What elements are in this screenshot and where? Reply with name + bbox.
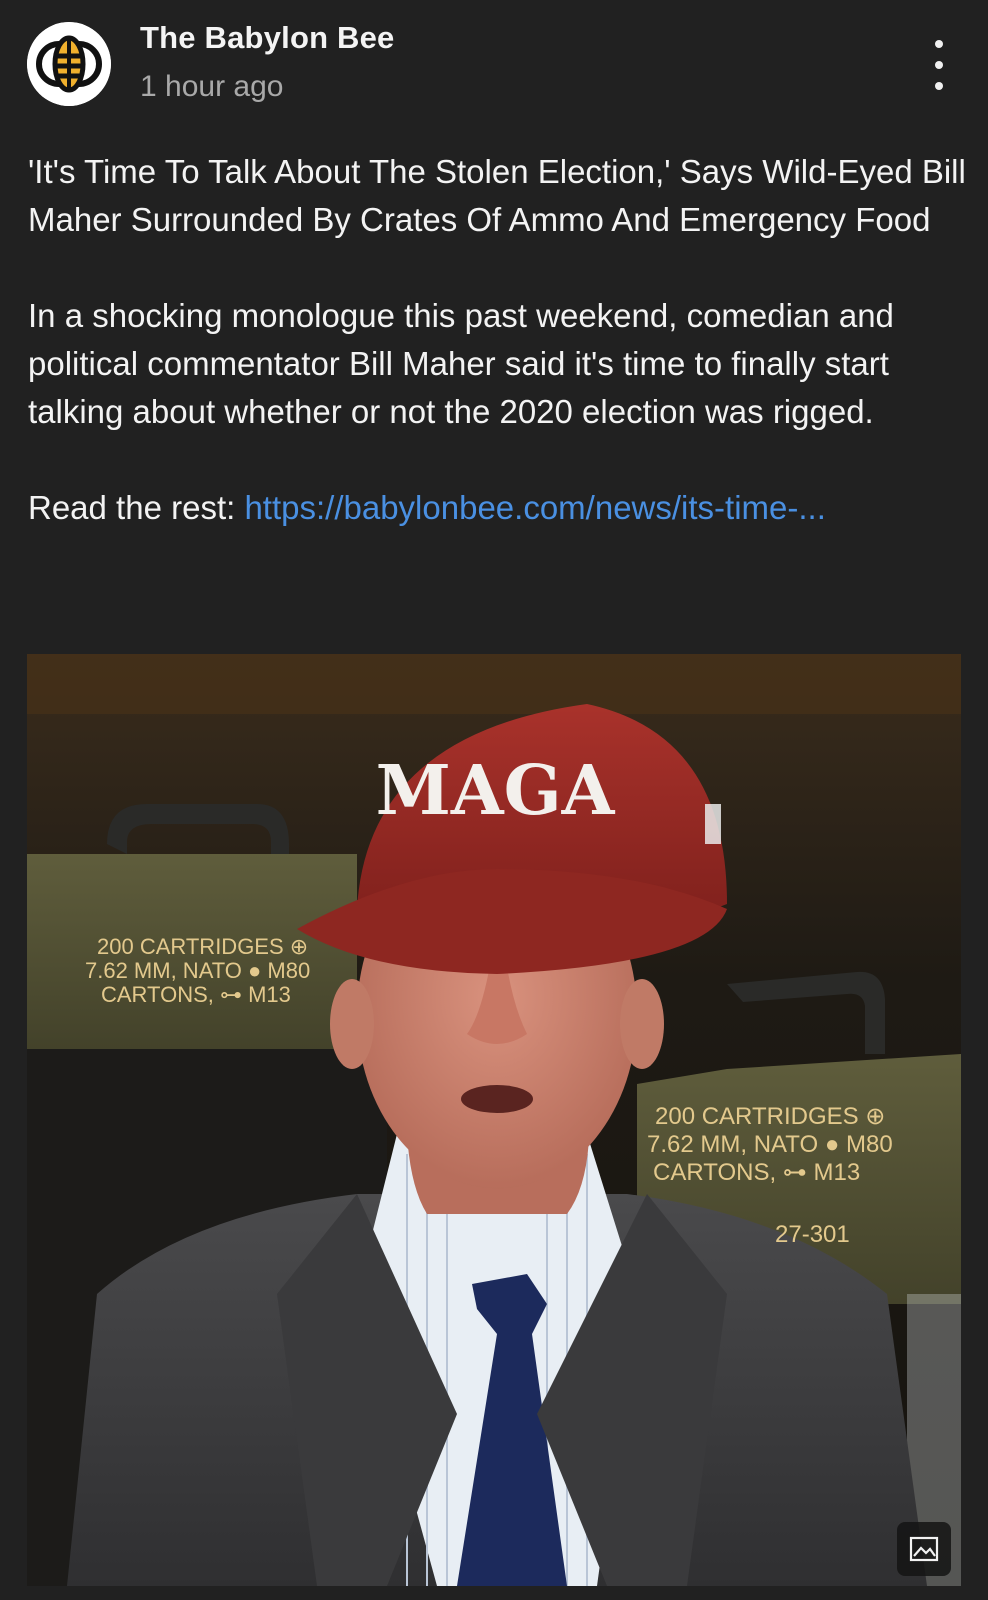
- crate-right-line-1: 200 CARTRIDGES ⊕: [655, 1103, 885, 1130]
- hat-text: MAGA: [376, 751, 616, 831]
- post-timestamp: 1 hour ago: [140, 70, 284, 103]
- post-card: The Babylon Bee 1 hour ago 'It's Time To…: [0, 0, 988, 1600]
- post-image[interactable]: MAGA 200 CARTRIDGES ⊕ 7.62 MM, NATO ● M8…: [27, 654, 961, 1586]
- babylon-bee-logo-icon: [27, 22, 111, 106]
- crate-right-line-3: CARTONS, ⊶ M13: [653, 1159, 860, 1186]
- crate-left-line-3: CARTONS, ⊶ M13: [101, 982, 291, 1007]
- post-photo: MAGA 200 CARTRIDGES ⊕ 7.62 MM, NATO ● M8…: [27, 654, 961, 1586]
- post-headline: 'It's Time To Talk About The Stolen Elec…: [28, 153, 966, 238]
- image-icon[interactable]: [897, 1522, 951, 1576]
- crate-left-line-2: 7.62 MM, NATO ● M80: [85, 958, 310, 983]
- read-more-label: Read the rest:: [28, 489, 245, 526]
- read-more-line: Read the rest: https://babylonbee.com/ne…: [28, 484, 968, 532]
- post-body: In a shocking monologue this past weeken…: [28, 297, 894, 430]
- crate-right-line-2: 7.62 MM, NATO ● M80: [647, 1131, 893, 1158]
- more-vertical-icon: [935, 40, 943, 48]
- more-options-button[interactable]: [926, 40, 952, 90]
- crate-right-line-4: 27-301: [775, 1221, 850, 1248]
- post-text: 'It's Time To Talk About The Stolen Elec…: [28, 148, 968, 532]
- author-name[interactable]: The Babylon Bee: [140, 20, 395, 56]
- article-link[interactable]: https://babylonbee.com/news/its-time-...: [244, 489, 825, 526]
- crate-left-line-1: 200 CARTRIDGES ⊕: [97, 934, 308, 959]
- author-avatar[interactable]: [27, 22, 111, 106]
